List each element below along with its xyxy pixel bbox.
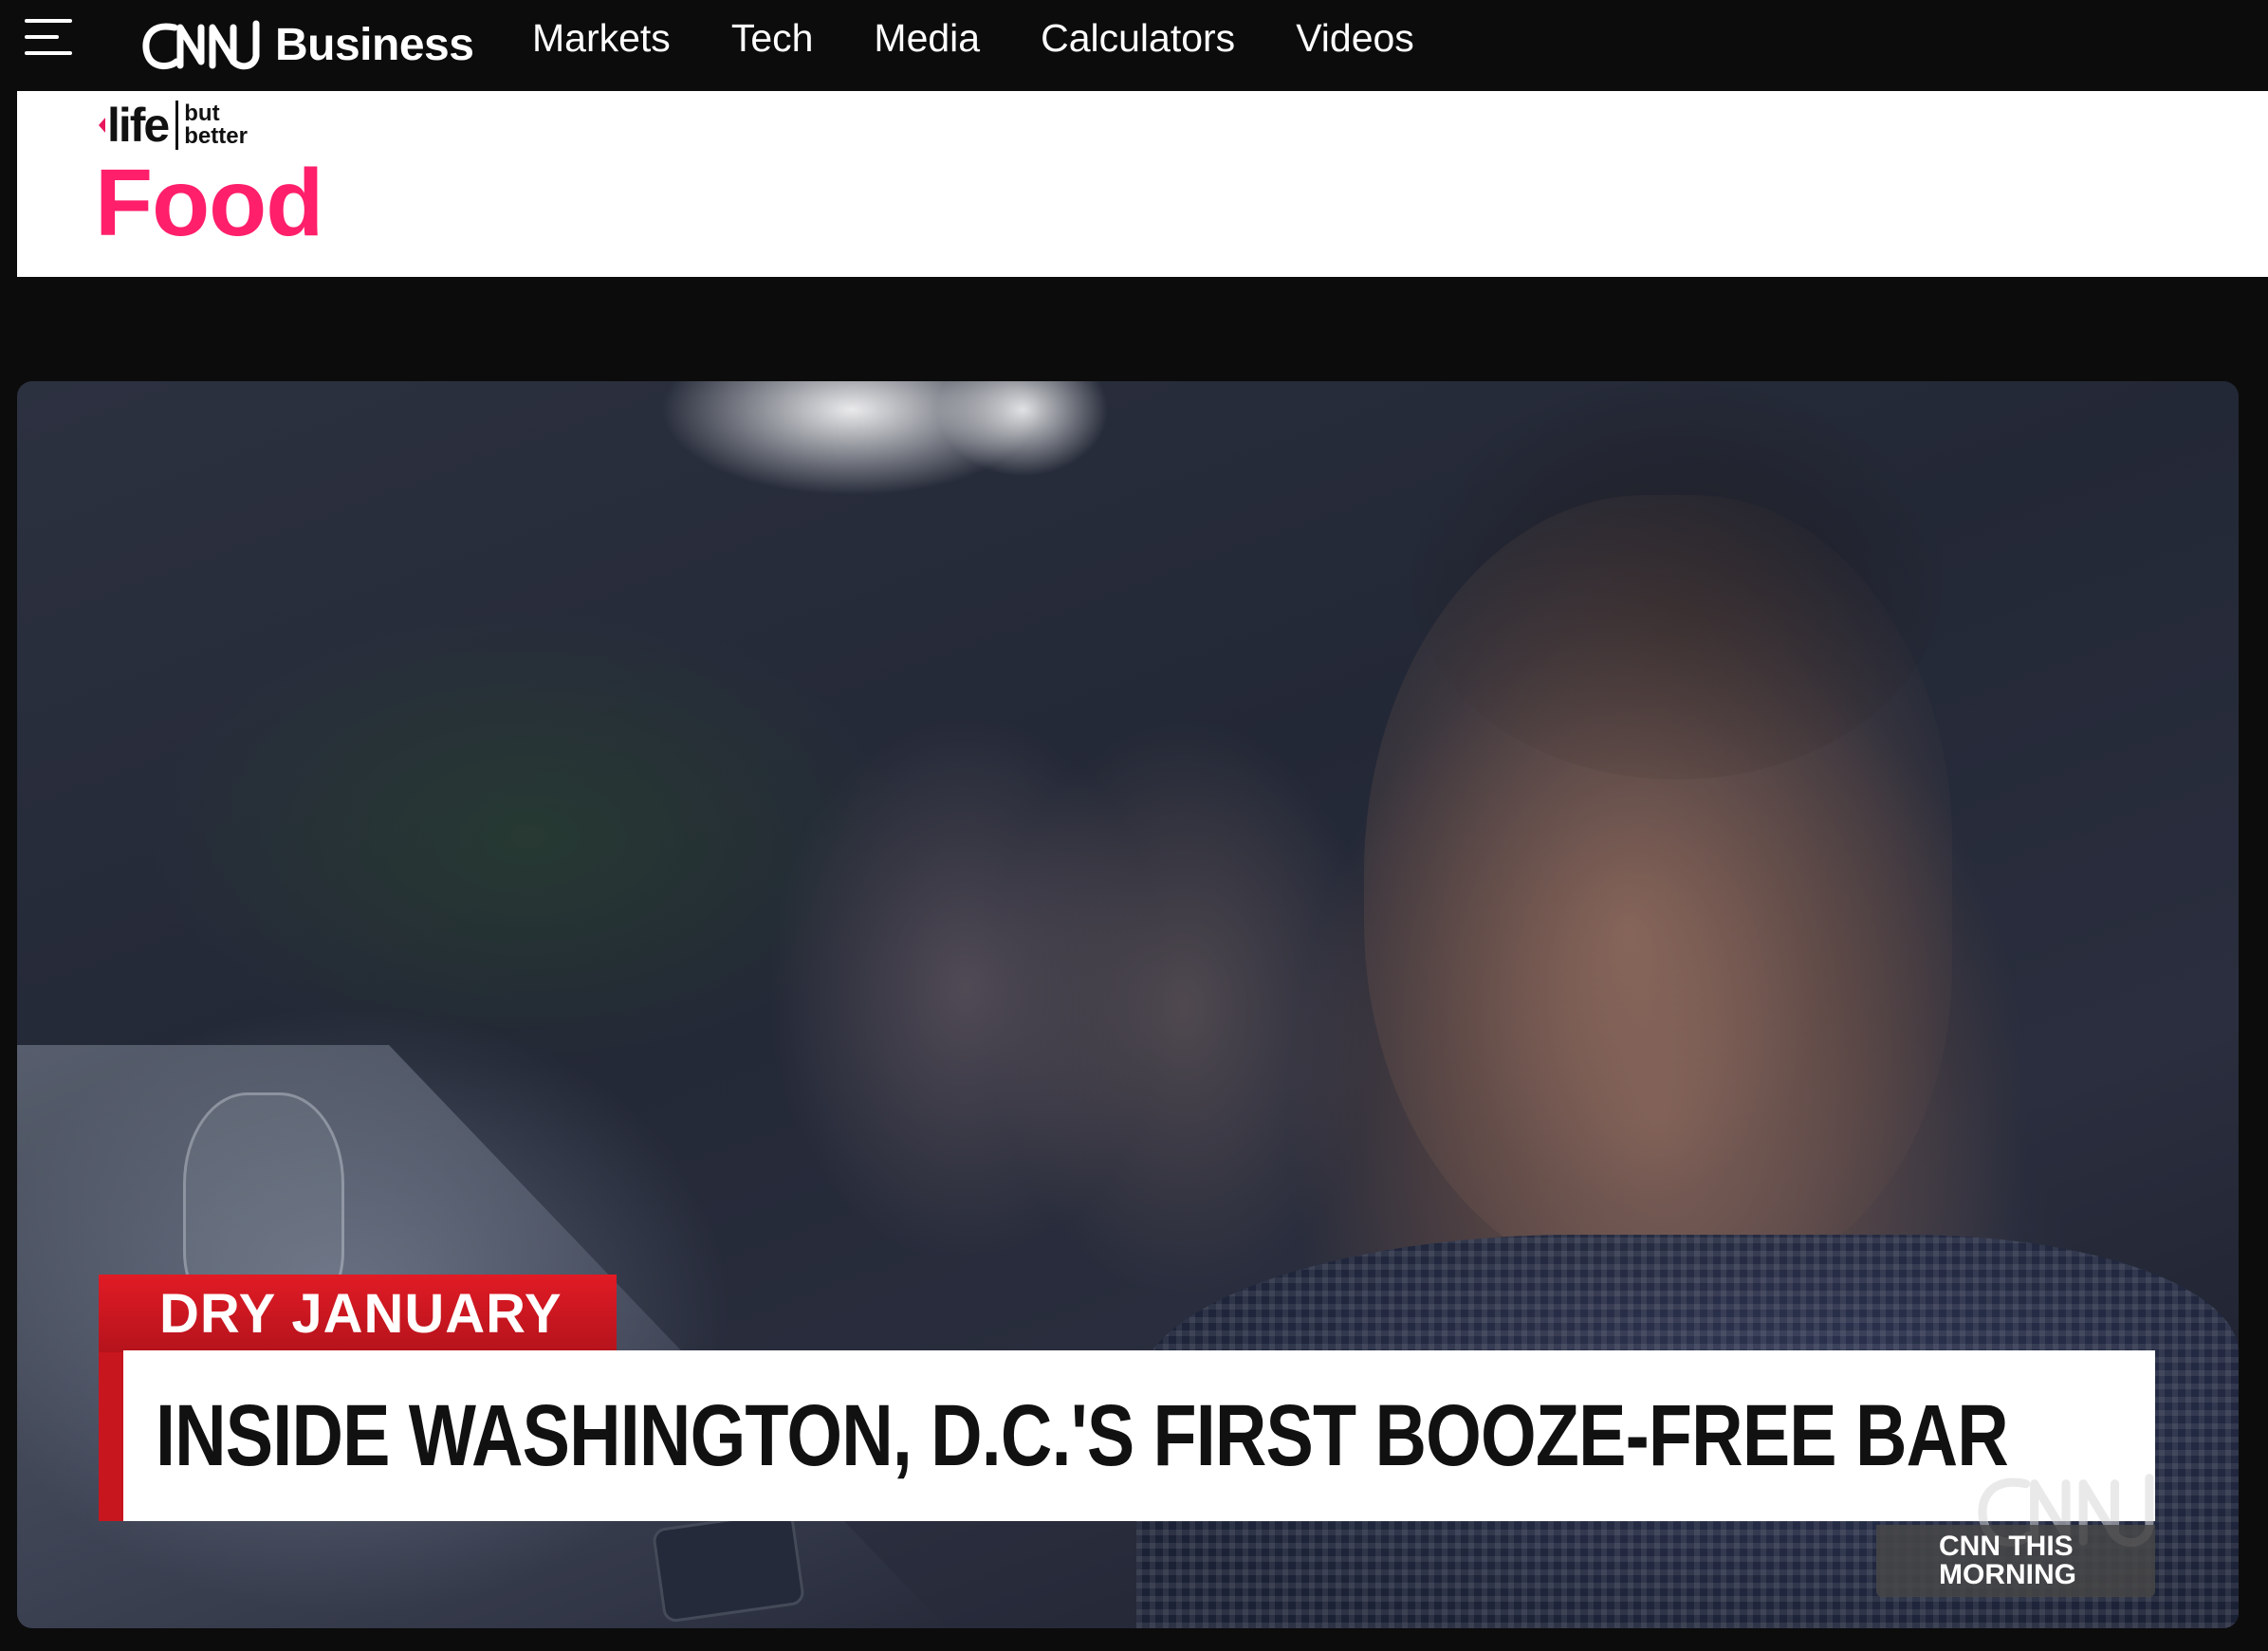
hamburger-line-top (25, 19, 72, 23)
lower-third-kicker: DRY JANUARY (99, 1275, 617, 1352)
section-title[interactable]: Food (95, 148, 323, 258)
nav-link-markets[interactable]: Markets (532, 16, 671, 61)
life-logo-tagline-line1: but (184, 101, 220, 126)
life-logo-accent (99, 118, 105, 133)
life-logo-tagline: but better (184, 102, 248, 148)
life-logo-word: life (107, 99, 170, 152)
life-logo-divider (175, 101, 179, 150)
life-but-better-logo[interactable]: life but better (99, 101, 248, 150)
show-name-badge: CNN THIS MORNING (1876, 1525, 2155, 1597)
nav-link-calculators[interactable]: Calculators (1041, 16, 1235, 61)
video-frame-phone (651, 1510, 806, 1623)
cnn-business-logo-link[interactable]: Business (138, 11, 474, 78)
video-frame-subject-face (1364, 495, 1952, 1282)
nav-link-videos[interactable]: Videos (1296, 16, 1414, 61)
cnn-logo-icon (142, 20, 260, 70)
brand-section-label: Business (275, 19, 474, 70)
lower-third-red-bar (99, 1352, 125, 1521)
section-header: life but better Food (17, 91, 2268, 277)
hamburger-line-bottom (25, 51, 72, 55)
top-navigation: Business Markets Tech Media Calculators … (0, 0, 2268, 91)
lower-third-headline: INSIDE WASHINGTON, D.C.'S FIRST BOOZE-FR… (123, 1350, 2155, 1521)
hamburger-menu-icon[interactable] (25, 19, 72, 55)
nav-link-media[interactable]: Media (874, 16, 980, 61)
hamburger-line-middle (25, 35, 59, 39)
nav-link-tech[interactable]: Tech (731, 16, 814, 61)
life-logo-tagline-line2: better (184, 123, 248, 149)
lower-third-kicker-text: DRY JANUARY (159, 1282, 562, 1345)
show-name-line2: MORNING (1939, 1559, 2076, 1590)
primary-nav: Markets Tech Media Calculators Videos (532, 0, 1414, 76)
show-name-line1: CNN THIS (1939, 1531, 2074, 1562)
lower-third-headline-text: INSIDE WASHINGTON, D.C.'S FIRST BOOZE-FR… (156, 1386, 2009, 1484)
video-player[interactable]: DRY JANUARY INSIDE WASHINGTON, D.C.'S FI… (17, 381, 2239, 1628)
